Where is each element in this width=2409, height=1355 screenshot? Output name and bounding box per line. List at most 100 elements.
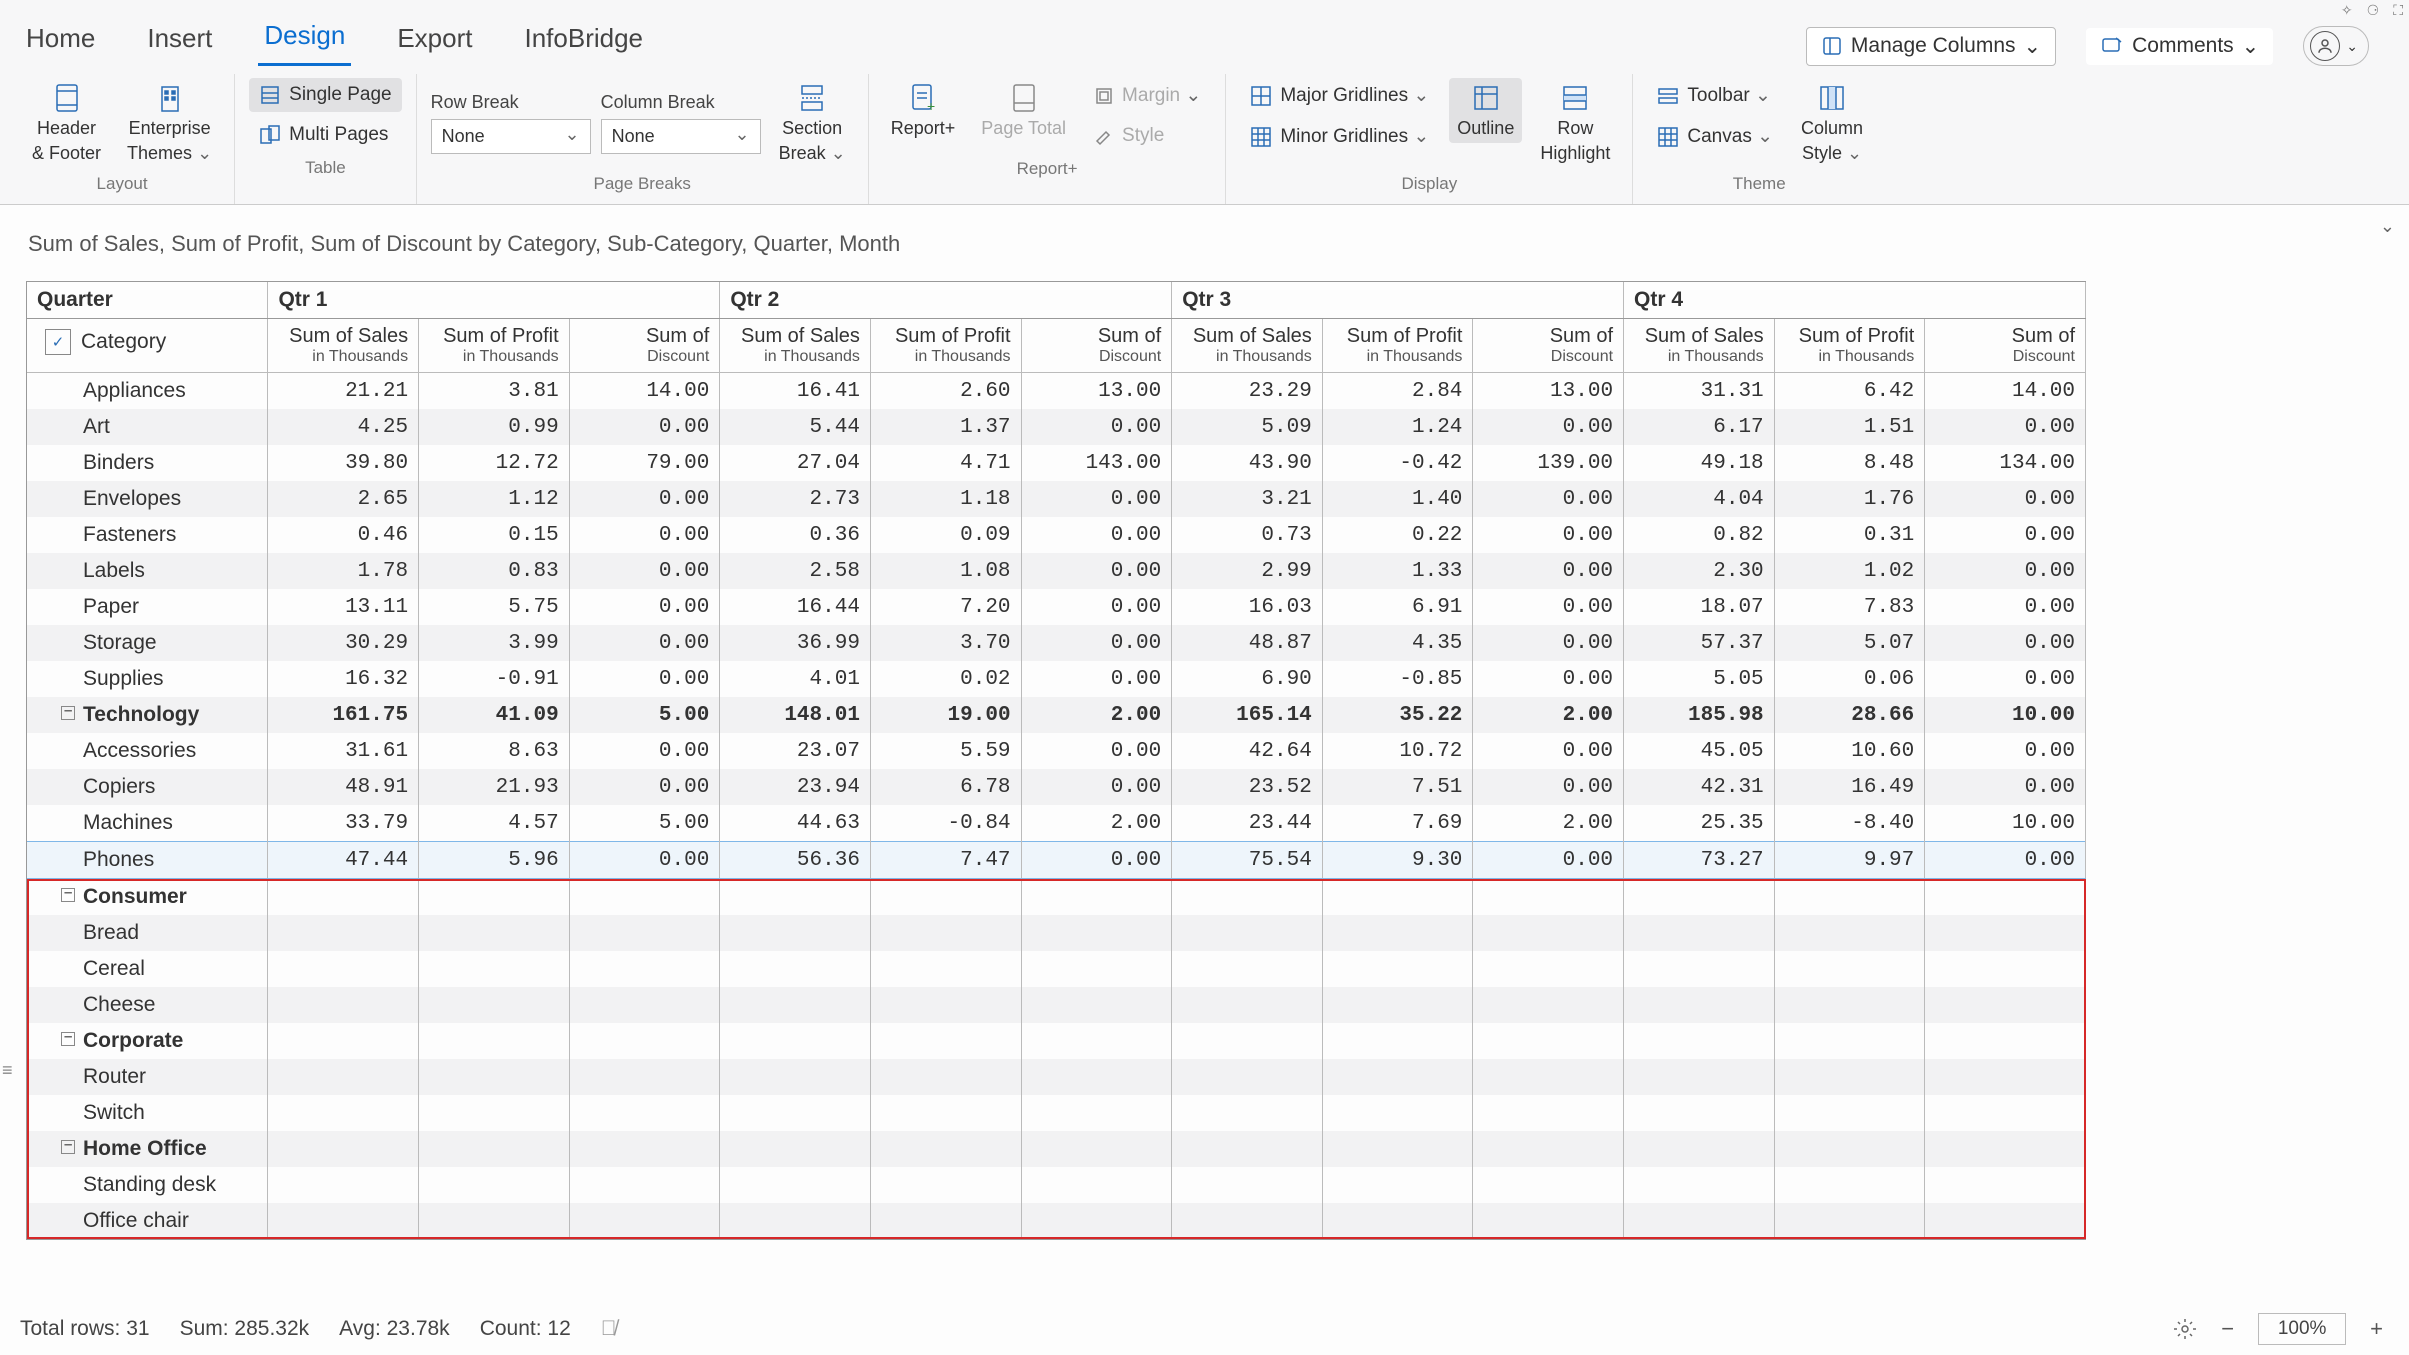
cell-empty[interactable] <box>720 879 871 916</box>
cell-empty[interactable] <box>268 951 419 987</box>
cell-empty[interactable] <box>1322 879 1473 916</box>
cell-value[interactable]: 0.83 <box>419 553 570 589</box>
cell-empty[interactable] <box>1172 1023 1323 1059</box>
cell-value[interactable]: 0.00 <box>569 517 720 553</box>
cell-empty[interactable] <box>1473 879 1624 916</box>
cell-value[interactable]: 48.91 <box>268 769 419 805</box>
cell-value[interactable]: 5.00 <box>569 697 720 733</box>
filter-icon[interactable]: ⚆ <box>2367 2 2380 19</box>
cell-value[interactable]: 2.58 <box>720 553 871 589</box>
table-row[interactable]: Phones47.445.960.0056.367.470.0075.549.3… <box>27 842 2086 879</box>
section-break-button[interactable]: Section Break <box>771 78 854 168</box>
cell-empty[interactable] <box>1774 879 1925 916</box>
cell-value[interactable]: 43.90 <box>1172 445 1323 481</box>
cell-value[interactable]: 33.79 <box>268 805 419 842</box>
cell-value[interactable]: 21.21 <box>268 373 419 410</box>
zoom-in-button[interactable]: + <box>2364 1316 2389 1342</box>
canvas-theme-button[interactable]: Canvas <box>1647 119 1783 154</box>
cell-empty[interactable] <box>1021 987 1172 1023</box>
cell-value[interactable]: 0.00 <box>1021 661 1172 697</box>
cell-value[interactable]: 0.00 <box>569 553 720 589</box>
cell-value[interactable]: 185.98 <box>1624 697 1775 733</box>
cell-empty[interactable] <box>1172 951 1323 987</box>
cell-empty[interactable] <box>870 951 1021 987</box>
cell-empty[interactable] <box>1925 1131 2086 1167</box>
cell-value[interactable]: 1.78 <box>268 553 419 589</box>
cell-value[interactable]: 0.00 <box>1473 661 1624 697</box>
cell-empty[interactable] <box>419 1023 570 1059</box>
cell-empty[interactable] <box>569 1023 720 1059</box>
cell-value[interactable]: 1.18 <box>870 481 1021 517</box>
table-row[interactable]: Binders39.8012.7279.0027.044.71143.0043.… <box>27 445 2086 481</box>
cell-empty[interactable] <box>1172 915 1323 951</box>
cell-value[interactable]: 0.00 <box>1925 409 2086 445</box>
cell-empty[interactable] <box>1624 1023 1775 1059</box>
cell-empty[interactable] <box>1624 1095 1775 1131</box>
cell-empty[interactable] <box>1925 1059 2086 1095</box>
cell-value[interactable]: 3.21 <box>1172 481 1323 517</box>
cell-value[interactable]: 0.00 <box>1021 769 1172 805</box>
cell-empty[interactable] <box>1473 1131 1624 1167</box>
cell-value[interactable]: 16.49 <box>1774 769 1925 805</box>
cell-value[interactable]: 3.81 <box>419 373 570 410</box>
cell-value[interactable]: 0.00 <box>1021 733 1172 769</box>
cell-value[interactable]: 2.84 <box>1322 373 1473 410</box>
cell-value[interactable]: 9.97 <box>1774 842 1925 879</box>
cell-value[interactable]: 36.99 <box>720 625 871 661</box>
cell-value[interactable]: 41.09 <box>419 697 570 733</box>
cell-value[interactable]: 39.80 <box>268 445 419 481</box>
cell-empty[interactable] <box>1925 879 2086 916</box>
cell-value[interactable]: 0.00 <box>1021 553 1172 589</box>
cell-empty[interactable] <box>1774 1167 1925 1203</box>
table-row[interactable]: Cheese <box>27 987 2086 1023</box>
cell-value[interactable]: 0.31 <box>1774 517 1925 553</box>
cell-value[interactable]: 0.99 <box>419 409 570 445</box>
cell-value[interactable]: 16.44 <box>720 589 871 625</box>
cell-empty[interactable] <box>268 1131 419 1167</box>
cell-empty[interactable] <box>870 1023 1021 1059</box>
cell-value[interactable]: 0.00 <box>1925 625 2086 661</box>
qtr1-header[interactable]: Qtr 1 <box>268 282 720 319</box>
cell-empty[interactable] <box>1925 1167 2086 1203</box>
cell-empty[interactable] <box>1774 1023 1925 1059</box>
cell-empty[interactable] <box>569 879 720 916</box>
cell-empty[interactable] <box>1172 1167 1323 1203</box>
cell-empty[interactable] <box>419 915 570 951</box>
zoom-out-button[interactable]: − <box>2215 1316 2240 1342</box>
cell-value[interactable]: 2.00 <box>1473 805 1624 842</box>
pin-icon[interactable]: ✧ <box>2341 2 2353 19</box>
cell-empty[interactable] <box>1322 951 1473 987</box>
cell-value[interactable]: 161.75 <box>268 697 419 733</box>
cell-value[interactable]: 1.24 <box>1322 409 1473 445</box>
cell-value[interactable]: 6.42 <box>1774 373 1925 410</box>
table-row[interactable]: Accessories31.618.630.0023.075.590.0042.… <box>27 733 2086 769</box>
cell-value[interactable]: 57.37 <box>1624 625 1775 661</box>
table-row[interactable]: Switch <box>27 1095 2086 1131</box>
cell-value[interactable]: 13.11 <box>268 589 419 625</box>
table-row[interactable]: Storage30.293.990.0036.993.700.0048.874.… <box>27 625 2086 661</box>
cell-value[interactable]: 23.94 <box>720 769 871 805</box>
toolbar-theme-button[interactable]: Toolbar <box>1647 78 1783 113</box>
tab-insert[interactable]: Insert <box>141 13 218 66</box>
cell-empty[interactable] <box>1021 1203 1172 1239</box>
cell-value[interactable]: 1.37 <box>870 409 1021 445</box>
cell-empty[interactable] <box>1021 1095 1172 1131</box>
table-row[interactable]: Machines33.794.575.0044.63-0.842.0023.44… <box>27 805 2086 842</box>
table-row[interactable]: Art4.250.990.005.441.370.005.091.240.006… <box>27 409 2086 445</box>
outline-button[interactable]: Outline <box>1449 78 1522 143</box>
cell-value[interactable]: 5.96 <box>419 842 570 879</box>
cell-value[interactable]: 2.00 <box>1473 697 1624 733</box>
cell-value[interactable]: 4.35 <box>1322 625 1473 661</box>
cell-empty[interactable] <box>1473 1023 1624 1059</box>
quarter-header[interactable]: Quarter <box>27 282 268 319</box>
header-footer-button[interactable]: Header & Footer <box>24 78 109 168</box>
cell-value[interactable]: 31.31 <box>1624 373 1775 410</box>
cell-value[interactable]: 0.06 <box>1774 661 1925 697</box>
cell-value[interactable]: 0.00 <box>569 769 720 805</box>
cell-empty[interactable] <box>419 879 570 916</box>
collapse-icon[interactable] <box>61 1140 75 1154</box>
cell-value[interactable]: 47.44 <box>268 842 419 879</box>
comments-button[interactable]: Comments ⌄ <box>2086 28 2273 65</box>
collapse-icon[interactable] <box>61 706 75 720</box>
cell-empty[interactable] <box>870 1059 1021 1095</box>
